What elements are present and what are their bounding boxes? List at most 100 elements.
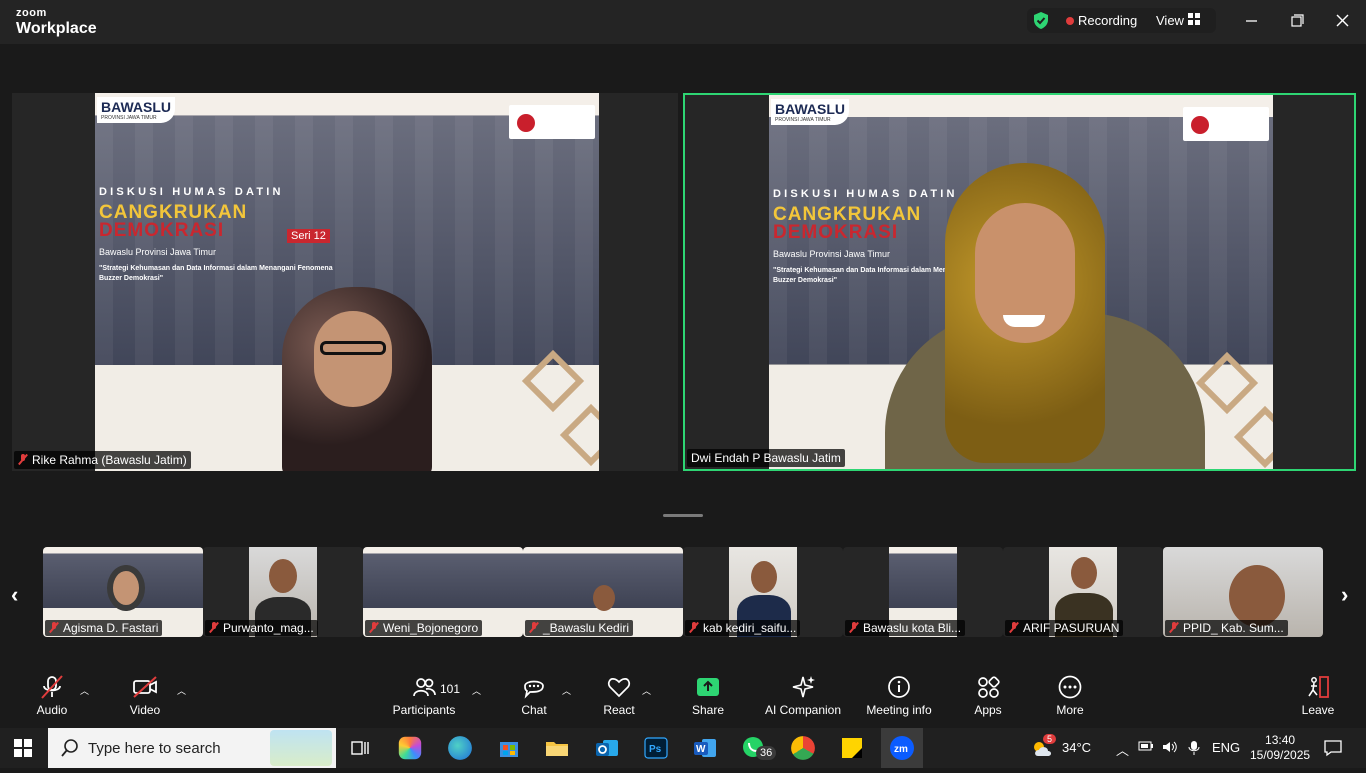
audio-options-chevron-icon[interactable]: ︿ [80, 684, 89, 697]
gallery-resize-handle[interactable] [663, 514, 703, 517]
mic-muted-icon [18, 454, 28, 465]
more-button[interactable]: More [1054, 674, 1086, 717]
participant-name-tag: kab kediri_saifu... [685, 620, 801, 636]
mic-muted-icon [1169, 622, 1179, 633]
video-off-icon [133, 676, 157, 698]
brand-bottom: Workplace [16, 20, 97, 37]
gallery-tile[interactable]: Weni_Bojonegoro [363, 547, 523, 637]
notifications-icon[interactable] [1323, 739, 1343, 762]
recording-indicator[interactable]: Recording [1078, 13, 1137, 28]
clock-date: 15/09/2025 [1250, 748, 1311, 762]
zoom-logo: zoom Workplace [16, 8, 97, 37]
mic-muted-icon [849, 622, 859, 633]
participant-name-tag: ARIF PASURUAN [1005, 620, 1124, 636]
gallery-tile[interactable]: Purwanto_mag... [203, 547, 363, 637]
participant-name-tag: Agisma D. Fastari [45, 620, 163, 636]
title-bar: zoom Workplace Recording View [0, 0, 1366, 44]
video-button[interactable]: Video [124, 674, 166, 717]
video-options-chevron-icon[interactable]: ︿ [177, 684, 186, 697]
taskbar-search-box[interactable]: Type here to search [48, 728, 336, 768]
react-button[interactable]: React [600, 674, 638, 717]
leave-button[interactable]: Leave [1300, 674, 1336, 717]
gallery-tile[interactable]: kab kediri_saifu... [683, 547, 843, 637]
grid-view-icon[interactable] [1188, 13, 1200, 28]
meeting-info-button[interactable]: Meeting info [864, 674, 934, 717]
mic-muted-icon [529, 622, 539, 633]
restore-icon [1291, 14, 1304, 27]
participants-icon [413, 678, 436, 697]
windows-logo-icon [14, 739, 32, 757]
windows-taskbar: Type here to search Ps W 36 zm 5 34°C ︿ … [0, 728, 1366, 768]
mic-muted-icon [1009, 622, 1019, 633]
audio-button[interactable]: Audio [30, 674, 74, 717]
windows-start-button[interactable] [14, 739, 32, 762]
microphone-tray-icon[interactable] [1188, 740, 1200, 759]
participant-name-tag: Bawaslu kota Bli... [845, 620, 966, 636]
participant-name-tag: Dwi Endah P Bawaslu Jatim [687, 449, 845, 467]
outlook-icon[interactable] [593, 734, 621, 762]
bawaslu-logo: BAWASLU PROVINSI JAWA TIMUR [771, 99, 849, 125]
participant-name-tag: Weni_Bojonegoro [365, 620, 483, 636]
ai-companion-button[interactable]: AI Companion [763, 674, 843, 717]
svg-text:zm: zm [894, 744, 908, 755]
show-hidden-icons-chevron-icon[interactable]: ︿ [1116, 740, 1129, 759]
chat-options-chevron-icon[interactable]: ︿ [562, 684, 571, 697]
minimize-button[interactable] [1240, 10, 1264, 32]
close-button[interactable] [1331, 10, 1355, 32]
input-language[interactable]: ENG [1212, 740, 1240, 755]
participant-name-tag: Purwanto_mag... [205, 620, 318, 636]
task-view-icon[interactable] [346, 734, 374, 762]
gallery-tile[interactable]: Agisma D. Fastari [43, 547, 203, 637]
file-explorer-icon[interactable] [543, 734, 571, 762]
participant-name-tag: Rike Rahma (Bawaslu Jatim) [14, 451, 191, 469]
meeting-status-pill: Recording View [1027, 8, 1216, 33]
temperature[interactable]: 34°C [1062, 740, 1091, 755]
photoshop-icon[interactable]: Ps [642, 734, 670, 762]
heart-icon [607, 678, 631, 698]
chat-button[interactable]: Chat [516, 674, 552, 717]
clock-time: 13:40 [1265, 733, 1296, 747]
gallery-prev-button[interactable]: ‹ [11, 582, 18, 608]
microsoft-store-icon[interactable] [495, 734, 523, 762]
gallery-tile[interactable]: _Bawaslu Kediri [523, 547, 683, 637]
video-tile-rike-rahma[interactable]: BAWASLU PROVINSI JAWA TIMUR DISKUSI HUMAS… [12, 93, 678, 471]
search-icon [60, 738, 80, 762]
battery-icon[interactable] [1138, 740, 1154, 755]
whatsapp-badge: 36 [756, 746, 777, 760]
ai-sparkle-icon [792, 676, 815, 698]
word-icon[interactable]: W [691, 734, 719, 762]
volume-icon[interactable] [1161, 740, 1179, 757]
info-icon [888, 676, 910, 698]
encryption-shield-icon[interactable] [1032, 11, 1050, 33]
gallery-next-button[interactable]: › [1341, 582, 1348, 608]
participant-name-tag: _Bawaslu Kediri [525, 620, 634, 636]
copilot-icon[interactable] [398, 736, 422, 760]
gallery-tile[interactable]: PPID_ Kab. Sum... [1163, 547, 1323, 637]
minimize-icon [1246, 20, 1257, 22]
sticky-notes-icon[interactable] [838, 734, 866, 762]
search-placeholder: Type here to search [88, 740, 221, 757]
apps-button[interactable]: Apps [972, 674, 1004, 717]
share-screen-icon [697, 678, 719, 696]
more-icon [1058, 675, 1082, 699]
series-badge: Seri 12 [287, 229, 330, 243]
system-clock[interactable]: 13:40 15/09/2025 [1250, 733, 1310, 763]
event-subtitle: Bawaslu Provinsi Jawa Timur [99, 247, 217, 258]
video-tile-dwi-endah[interactable]: BAWASLU PROVINSI JAWA TIMUR DISKUSI HUMAS… [683, 93, 1356, 471]
zoom-taskbar-button[interactable]: zm [881, 728, 923, 768]
svg-text:Ps: Ps [649, 744, 662, 755]
gallery-tile[interactable]: Bawaslu kota Bli... [843, 547, 1003, 637]
react-options-chevron-icon[interactable]: ︿ [642, 684, 651, 697]
participant-name-tag: PPID_ Kab. Sum... [1165, 620, 1288, 636]
participants-options-chevron-icon[interactable]: ︿ [472, 684, 481, 697]
decor-diamond [559, 403, 599, 467]
share-button[interactable]: Share [690, 674, 726, 717]
edge-browser-icon[interactable] [448, 736, 472, 760]
gallery-tile[interactable]: ARIF PASURUAN [1003, 547, 1163, 637]
search-highlight-image [270, 730, 332, 766]
view-button[interactable]: View [1156, 13, 1184, 28]
chat-icon [524, 680, 544, 699]
restore-button[interactable] [1285, 10, 1309, 32]
mic-muted-icon [41, 675, 63, 699]
chrome-icon[interactable] [791, 736, 815, 760]
